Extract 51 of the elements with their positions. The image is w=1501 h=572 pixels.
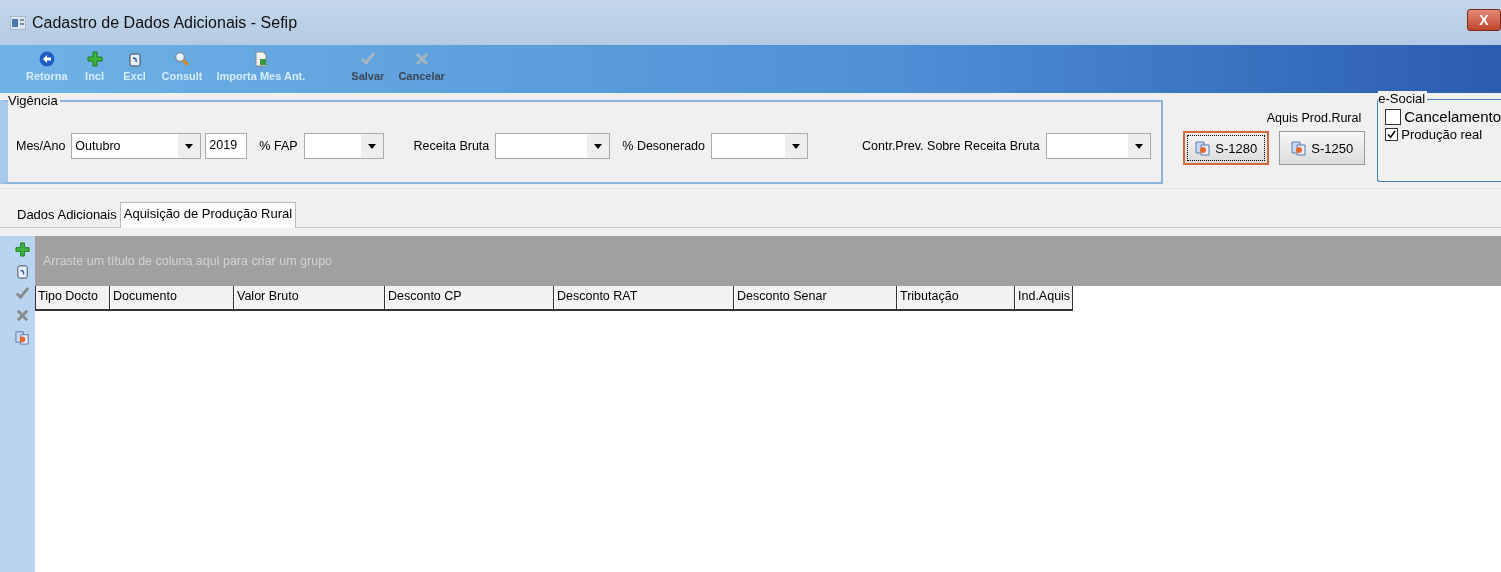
column-header[interactable]: Tributação bbox=[897, 286, 1015, 309]
plus-icon bbox=[86, 51, 103, 67]
dropdown-arrow-icon bbox=[367, 143, 376, 149]
window-icon bbox=[10, 15, 26, 30]
dropdown-arrow-icon bbox=[792, 143, 800, 149]
document-icon bbox=[252, 51, 269, 67]
tab[interactable]: Aquisição de Produção Rural bbox=[119, 202, 297, 228]
dropdown-arrow-icon bbox=[594, 143, 603, 149]
event-button[interactable]: S-1250 bbox=[1279, 131, 1366, 165]
column-header[interactable]: Ind.Aquis bbox=[1015, 286, 1073, 309]
column-header[interactable]: Desconto CP bbox=[385, 286, 554, 309]
documents-icon bbox=[1291, 140, 1308, 156]
fap-label: % FAP bbox=[259, 139, 298, 153]
event-button[interactable]: S-1280 bbox=[1183, 131, 1270, 165]
column-header[interactable]: Desconto RAT bbox=[554, 286, 734, 309]
checkbox-label: Produção real bbox=[1401, 127, 1483, 142]
receita-label: Receita Bruta bbox=[413, 139, 490, 153]
fap-dropdown[interactable] bbox=[303, 133, 384, 159]
group-title: e-Social bbox=[1378, 91, 1428, 106]
column-header[interactable]: Valor Bruto bbox=[234, 286, 385, 309]
check-icon bbox=[359, 51, 376, 67]
search-icon bbox=[174, 51, 191, 67]
window-title: Cadastro de Dados Adicionais - Sefip bbox=[32, 13, 298, 32]
desonerado-dropdown[interactable] bbox=[711, 133, 808, 159]
check-icon[interactable] bbox=[14, 286, 30, 301]
aquis-label: Aquis Prod.Rural bbox=[1266, 111, 1362, 125]
column-header[interactable]: Documento bbox=[110, 286, 234, 309]
close-button[interactable]: X bbox=[1467, 8, 1501, 31]
documents-icon[interactable] bbox=[14, 330, 30, 345]
dropdown-arrow-icon bbox=[1134, 143, 1143, 149]
bin-icon[interactable] bbox=[14, 264, 30, 279]
column-header[interactable]: Desconto Senar bbox=[734, 286, 897, 309]
documents-icon bbox=[1195, 140, 1212, 156]
cross-icon bbox=[413, 51, 430, 67]
contr-label: Contr.Prev. Sobre Receita Bruta bbox=[862, 139, 1040, 153]
bin-icon bbox=[126, 51, 143, 67]
month-dropdown[interactable]: Outubro bbox=[71, 133, 202, 159]
desonerado-label: % Desonerado bbox=[622, 139, 705, 153]
dropdown-arrow-icon bbox=[185, 143, 194, 149]
column-header[interactable]: Tipo Docto bbox=[35, 286, 110, 309]
checkbox[interactable] bbox=[1385, 128, 1399, 141]
checkbox-label: Cancelamento bbox=[1404, 108, 1501, 125]
receita-dropdown[interactable] bbox=[495, 133, 611, 159]
add-icon[interactable] bbox=[14, 242, 30, 257]
contr-dropdown[interactable] bbox=[1045, 133, 1151, 159]
cross-icon[interactable] bbox=[14, 308, 30, 323]
year-field[interactable]: 2019 bbox=[205, 133, 248, 159]
tab[interactable]: Dados Adicionais bbox=[14, 204, 120, 227]
mes-ano-label: Mes/Ano bbox=[16, 139, 66, 153]
checkbox[interactable] bbox=[1385, 108, 1402, 125]
group-title: Vigência bbox=[8, 93, 60, 108]
